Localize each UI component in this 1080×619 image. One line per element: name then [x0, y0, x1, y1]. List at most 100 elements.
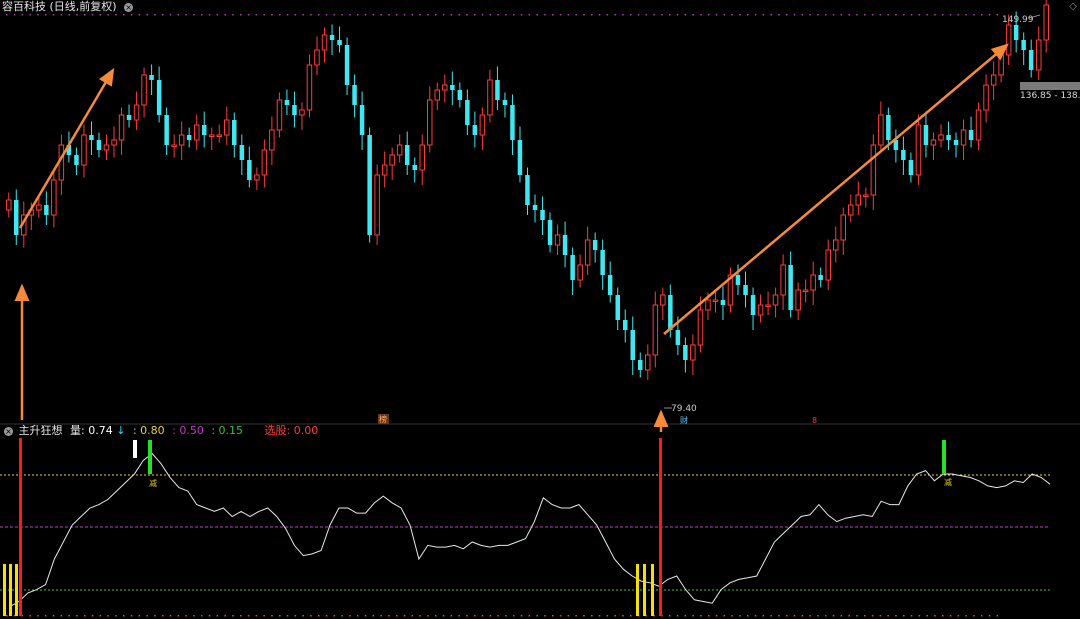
candle-body	[960, 129, 967, 146]
top-tick	[879, 14, 882, 16]
candle-body	[720, 300, 726, 305]
top-tick	[528, 14, 531, 16]
candle-body	[690, 344, 696, 361]
top-tick	[692, 14, 694, 16]
top-tick	[630, 14, 632, 16]
top-tick	[279, 14, 281, 16]
candle-body	[1013, 25, 1019, 40]
bottom-tick	[201, 615, 203, 617]
candle-body	[487, 79, 493, 116]
candle-body	[510, 105, 515, 140]
candles	[6, 0, 1049, 380]
bottom-tick	[731, 615, 733, 617]
candle-body	[209, 134, 215, 137]
bottom-tick	[489, 615, 492, 617]
candle-body	[592, 240, 598, 250]
candle-body	[254, 174, 260, 181]
bottom-signal-yellow	[643, 564, 646, 616]
bottom-tick	[676, 615, 679, 617]
reduce-label-2: 减	[944, 477, 952, 487]
bottom-tick	[364, 615, 367, 617]
top-tick	[466, 14, 468, 16]
candle-body	[780, 264, 786, 296]
bottom-tick	[630, 615, 632, 617]
candle-body	[194, 124, 200, 141]
candle-body	[660, 294, 666, 306]
bottom-tick	[856, 615, 858, 617]
candle-body	[96, 140, 102, 150]
top-tick	[489, 14, 492, 16]
bottom-tick	[302, 615, 304, 617]
price-chart: 149.99 79.40 136.85 - 138.06 榜 财 8 减 减	[0, 0, 1080, 617]
top-tick	[247, 14, 250, 16]
candle-body	[434, 89, 440, 101]
candle-body	[712, 299, 719, 302]
candle-body	[1043, 4, 1049, 41]
bottom-tick	[786, 615, 788, 617]
candle-body	[968, 130, 974, 140]
bottom-tick	[450, 615, 453, 617]
candle-body	[133, 104, 140, 121]
candle-body	[374, 174, 380, 236]
top-tick	[536, 14, 538, 16]
top-tick	[450, 14, 453, 16]
top-tick	[793, 14, 796, 16]
top-tick	[396, 14, 398, 16]
top-tick	[700, 14, 702, 16]
top-tick	[45, 14, 47, 16]
candle-body	[848, 204, 854, 216]
bottom-tick	[887, 615, 889, 617]
candle-body	[359, 105, 365, 135]
top-tick	[123, 14, 125, 16]
bottom-tick	[193, 615, 195, 617]
bottom-tick	[279, 615, 281, 617]
candle-body	[990, 74, 997, 86]
candle-body	[269, 129, 275, 151]
top-tick	[255, 14, 258, 16]
bottom-tick	[684, 615, 687, 617]
candle-body	[126, 115, 132, 120]
candle-body	[1005, 24, 1012, 56]
bottom-tick	[247, 615, 250, 617]
candle-body	[930, 139, 937, 146]
candle-body	[540, 210, 545, 220]
top-tick	[419, 14, 421, 16]
bottom-tick	[341, 615, 343, 617]
top-tick	[544, 14, 546, 16]
bottom-tick	[754, 615, 757, 617]
top-tick	[910, 14, 913, 16]
candle-body	[239, 145, 245, 160]
top-tick	[871, 14, 874, 16]
candle-body	[532, 205, 538, 210]
candle-body	[517, 140, 523, 175]
candle-body	[683, 345, 688, 360]
bottom-tick	[45, 615, 47, 617]
candle-body	[668, 295, 673, 330]
top-tick	[232, 14, 234, 16]
bottom-tick	[669, 615, 671, 617]
top-tick	[146, 14, 148, 16]
bottom-tick	[435, 615, 437, 617]
candle-body	[292, 105, 297, 115]
candle-body	[886, 115, 891, 140]
low-price-label: 79.40	[671, 404, 697, 414]
top-tick	[957, 14, 960, 16]
bottom-tick	[606, 615, 609, 617]
top-tick	[653, 14, 655, 16]
bottom-tick	[442, 615, 445, 617]
top-tick	[708, 14, 710, 16]
bottom-tick	[817, 615, 819, 617]
bottom-tick	[832, 615, 835, 617]
top-tick	[996, 14, 999, 16]
top-tick	[778, 14, 780, 16]
bottom-tick	[357, 615, 359, 617]
top-tick	[505, 14, 507, 16]
bottom-tick	[99, 615, 102, 617]
top-tick-row	[6, 14, 999, 16]
candle-body	[901, 150, 906, 160]
bottom-tick	[809, 615, 811, 617]
bottom-tick	[864, 615, 866, 617]
candle-body	[306, 64, 313, 111]
candle-body	[584, 239, 591, 266]
top-tick	[864, 14, 866, 16]
